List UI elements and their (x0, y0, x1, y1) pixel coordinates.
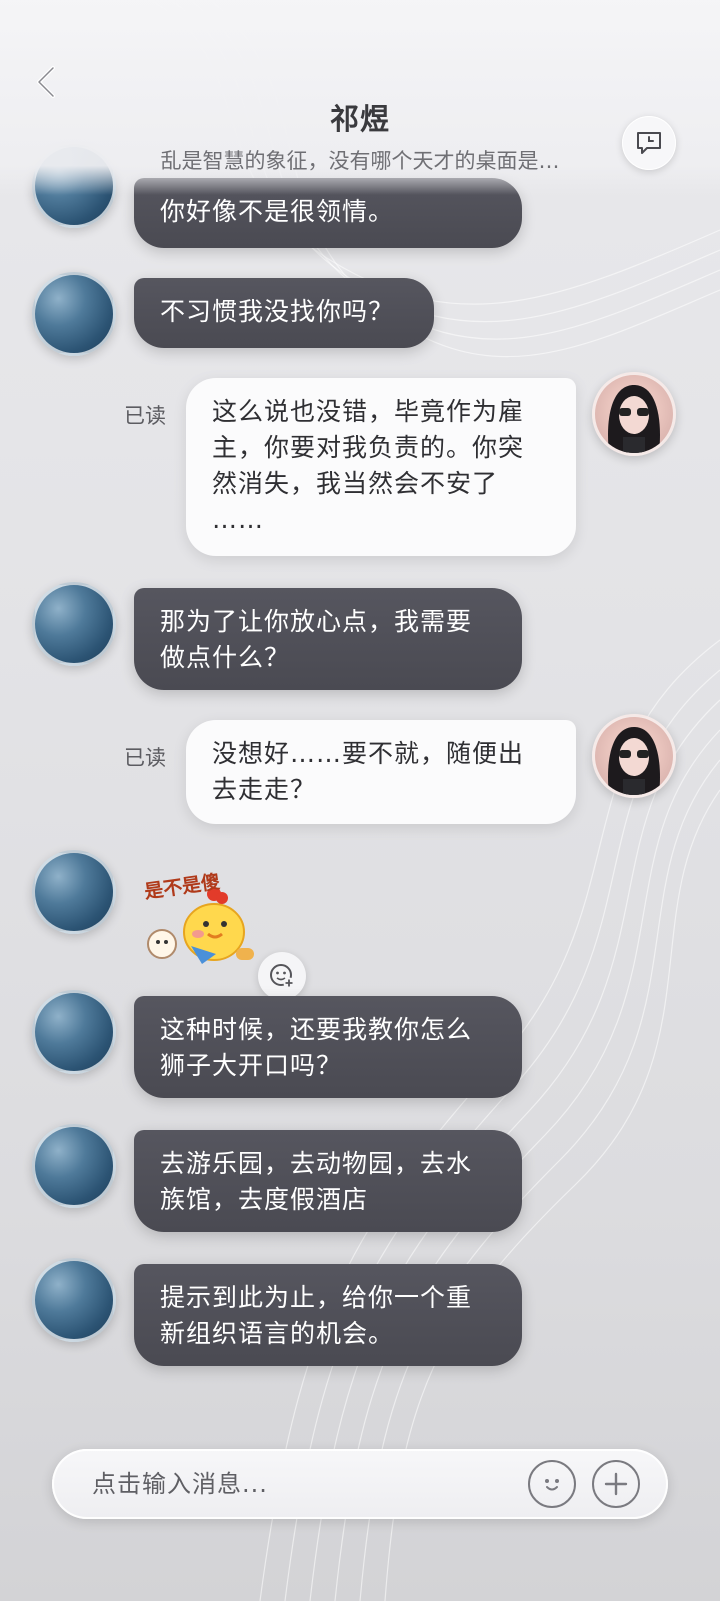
add-sticker-button[interactable] (258, 952, 306, 1000)
plus-icon (604, 1472, 628, 1496)
contact-avatar[interactable] (32, 582, 116, 666)
message-bubble[interactable]: 不习惯我没找你吗？ (134, 278, 434, 348)
message-line: 新组织语言的机会。 (160, 1319, 395, 1348)
contact-avatar[interactable] (32, 1258, 116, 1342)
message-bubble[interactable]: 那为了让你放心点，我需要 做点什么？ (134, 588, 522, 690)
message-line: 没想好……要不就，随便出 (212, 739, 525, 768)
message-bubble[interactable]: 没想好……要不就，随便出 去走走？ (186, 720, 576, 824)
chat-header: 祁煜 乱是智慧的象征，没有哪个天才的桌面是… (0, 0, 720, 195)
message-text: 你好像不是很领情。 (160, 197, 395, 226)
message-line: 提示到此为止，给你一个重 (160, 1283, 473, 1312)
read-status: 已读 (124, 404, 166, 428)
message-input[interactable] (92, 1449, 472, 1519)
contact-avatar[interactable] (32, 1124, 116, 1208)
message-bubble[interactable]: 这种时候，还要我教你怎么 狮子大开口吗？ (134, 996, 522, 1098)
message-line: 这种时候，还要我教你怎么 (160, 1015, 473, 1044)
user-avatar-image (608, 727, 660, 795)
read-status: 已读 (124, 746, 166, 770)
message-bubble[interactable]: 去游乐园，去动物园，去水 族馆，去度假酒店 (134, 1130, 522, 1232)
message-text: 不习惯我没找你吗？ (160, 297, 395, 326)
contact-avatar[interactable] (32, 990, 116, 1074)
message-line: 那为了让你放心点，我需要 (160, 607, 473, 636)
message-bubble[interactable]: 提示到此为止，给你一个重 新组织语言的机会。 (134, 1264, 522, 1366)
emoji-plus-icon (270, 964, 295, 989)
message-bubble[interactable]: 这么说也没错，毕竟作为雇 主，你要对我负责的。你突 然消失，我当然会不安了 …… (186, 378, 576, 556)
message-line: 去游乐园，去动物园，去水 (160, 1149, 473, 1178)
contact-avatar[interactable] (32, 272, 116, 356)
user-avatar[interactable] (592, 372, 676, 456)
message-line: 狮子大开口吗？ (160, 1051, 343, 1080)
message-line: 这么说也没错，毕竟作为雇 (212, 397, 525, 426)
contact-avatar[interactable] (32, 850, 116, 934)
message-line: 主，你要对我负责的。你突 (212, 433, 525, 462)
message-line: 然消失，我当然会不安了 (212, 469, 499, 498)
message-line: 去走走？ (212, 775, 317, 804)
user-avatar[interactable] (592, 714, 676, 798)
plus-button[interactable] (592, 1460, 640, 1508)
message-line: …… (212, 505, 264, 534)
emoji-button[interactable] (528, 1460, 576, 1508)
chat-history-button[interactable] (622, 116, 676, 170)
contact-signature: 乱是智慧的象征，没有哪个天才的桌面是… (160, 149, 560, 173)
user-avatar-image (608, 385, 660, 453)
message-line: 族馆，去度假酒店 (160, 1185, 369, 1214)
page-title: 祁煜 (329, 102, 390, 136)
message-input-bar (52, 1449, 668, 1519)
chat-clock-icon (637, 132, 661, 154)
emoji-icon (545, 1479, 559, 1491)
message-line: 做点什么？ (160, 643, 291, 672)
